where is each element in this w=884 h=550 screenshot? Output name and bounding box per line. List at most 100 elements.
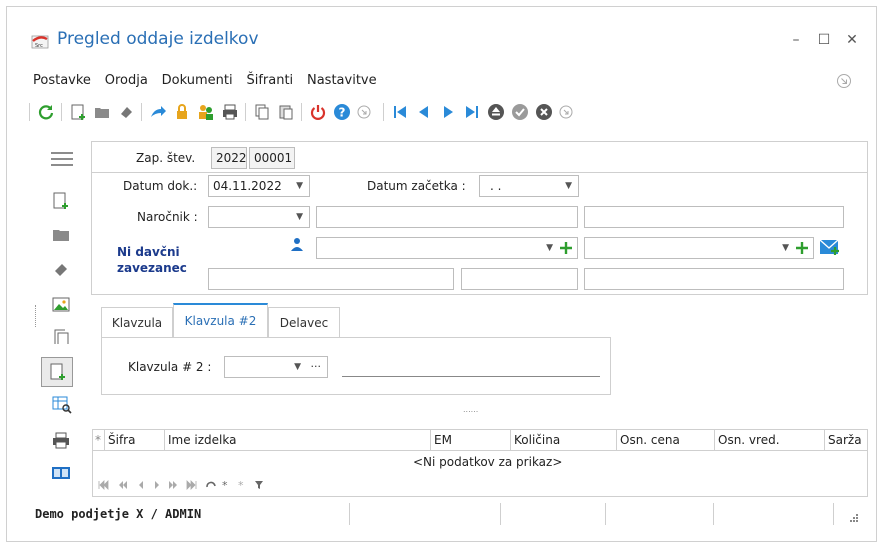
postal-field[interactable] (461, 268, 578, 290)
add-icon[interactable] (795, 241, 809, 255)
grid-header-divider (93, 450, 867, 451)
narocnik-code-field[interactable]: ▼ (208, 206, 310, 228)
tab-klavzula-2[interactable]: Klavzula #2 (173, 303, 268, 337)
klavzula-2-text-line[interactable] (342, 376, 600, 377)
menu-postavke[interactable]: Postavke (33, 73, 91, 88)
eraser-icon[interactable] (51, 259, 71, 279)
last-record-icon[interactable] (463, 103, 481, 121)
eject-icon[interactable] (487, 103, 505, 121)
app-logo-icon: Src (31, 35, 49, 49)
number-value: 00001 (254, 151, 293, 165)
city-field[interactable] (584, 268, 844, 290)
columns-icon[interactable] (51, 465, 71, 481)
sidebar-active-button[interactable] (41, 357, 73, 387)
folder-icon[interactable] (51, 225, 71, 245)
close-button[interactable]: ✕ (841, 29, 863, 51)
column-osn-vred[interactable]: Osn. vred. (715, 430, 825, 450)
table-search-icon[interactable] (51, 395, 73, 415)
toolbar-separator (141, 103, 142, 121)
refresh-icon[interactable] (37, 103, 55, 121)
maximize-button[interactable]: ☐ (813, 29, 835, 51)
year-field[interactable]: 2022 (211, 147, 247, 169)
klavzula-2-label: Klavzula # 2 : (128, 360, 212, 374)
confirm-icon[interactable] (511, 103, 529, 121)
menu-dokumenti[interactable]: Dokumenti (162, 73, 233, 88)
datum-dok-field[interactable]: 04.11.2022 ▼ (208, 175, 310, 197)
expand-small-icon[interactable] (557, 103, 575, 121)
tab-delavec[interactable]: Delavec (268, 307, 340, 337)
paste-icon[interactable] (277, 103, 295, 121)
menu-expand-icon[interactable] (836, 73, 852, 89)
menu-nastavitve[interactable]: Nastavitve (307, 73, 377, 88)
column-sifra[interactable]: Šifra (105, 430, 165, 450)
copy-icon[interactable] (51, 327, 71, 347)
cancel-icon[interactable] (535, 103, 553, 121)
status-separator (500, 503, 501, 525)
previous-record-icon[interactable] (415, 103, 433, 121)
menu-orodja[interactable]: Orodja (105, 73, 148, 88)
print-icon[interactable] (221, 103, 239, 121)
number-field[interactable]: 00001 (249, 147, 295, 169)
datum-zacetka-field[interactable]: . . ▼ (479, 175, 579, 197)
contact-extra-field[interactable]: ▼ (584, 237, 814, 259)
users-icon[interactable] (197, 103, 215, 121)
power-icon[interactable] (309, 103, 327, 121)
datum-dok-label: Datum dok.: (123, 179, 198, 193)
ellipsis-button[interactable]: ··· (311, 357, 322, 377)
resize-grip-icon[interactable] (847, 513, 859, 525)
column-osn-cena[interactable]: Osn. cena (617, 430, 715, 450)
tab-klavzula[interactable]: Klavzula (101, 307, 173, 337)
add-icon[interactable] (559, 241, 573, 255)
narocnik-label: Naročnik : (137, 210, 198, 224)
toolbar-separator (245, 103, 246, 121)
open-folder-icon[interactable] (93, 103, 111, 121)
eraser-icon[interactable] (117, 103, 135, 121)
menu-bar: Postavke Orodja Dokumenti Šifranti Nasta… (33, 73, 387, 93)
new-document-icon[interactable] (69, 103, 87, 121)
column-kolicina[interactable]: Količina (511, 430, 617, 450)
status-separator (349, 503, 350, 525)
image-icon[interactable] (51, 295, 71, 315)
forward-arrow-icon[interactable] (149, 103, 167, 121)
new-document-icon (50, 363, 65, 380)
header-panel: Zap. štev. 2022 00001 (91, 141, 868, 173)
narocnik-extra-field[interactable] (584, 206, 844, 228)
title-bar: Src Pregled oddaje izdelkov – ☐ ✕ (7, 7, 876, 55)
sidebar-splitter[interactable] (35, 305, 37, 327)
expand-small-icon[interactable] (355, 103, 373, 121)
chevron-down-icon[interactable]: ▼ (296, 176, 303, 196)
next-record-icon[interactable] (439, 103, 457, 121)
hamburger-menu-icon[interactable] (49, 151, 75, 167)
address-field[interactable] (208, 268, 454, 290)
minimize-button[interactable]: – (785, 29, 807, 51)
chevron-down-icon[interactable]: ▼ (296, 207, 303, 227)
chevron-down-icon[interactable]: ▼ (782, 238, 789, 258)
main-window: Src Pregled oddaje izdelkov – ☐ ✕ Postav… (6, 6, 877, 542)
menu-sifranti[interactable]: Šifranti (246, 73, 293, 88)
chevron-down-icon[interactable]: ▼ (565, 176, 572, 196)
add-contact-card-icon[interactable] (819, 237, 841, 257)
column-em[interactable]: EM (431, 430, 511, 450)
svg-text:Src: Src (35, 43, 43, 49)
status-separator (833, 503, 834, 525)
klavzula-2-select[interactable]: ▼ ··· (224, 356, 328, 378)
new-document-icon[interactable] (51, 191, 71, 211)
narocnik-name-field[interactable] (316, 206, 578, 228)
copy-icon[interactable] (253, 103, 271, 121)
contact-field[interactable]: ▼ (316, 237, 578, 259)
grid-star-column[interactable]: * (93, 430, 105, 450)
print-icon[interactable] (51, 431, 71, 451)
splitter-handle[interactable]: ...... (463, 405, 478, 414)
tab-delavec-label: Delavec (279, 316, 329, 330)
lock-icon[interactable] (173, 103, 191, 121)
status-separator (713, 503, 714, 525)
chevron-down-icon[interactable]: ▼ (546, 238, 553, 258)
help-icon[interactable]: ? (333, 103, 351, 121)
first-record-icon[interactable] (391, 103, 409, 121)
column-sarza[interactable]: Sarža (825, 430, 867, 450)
chevron-down-icon[interactable]: ▼ (294, 357, 301, 377)
status-company: Demo podjetje X / ADMIN (35, 507, 202, 521)
person-icon[interactable] (290, 237, 304, 251)
column-ime-izdelka[interactable]: Ime izdelka (165, 430, 431, 450)
toolbar-separator (61, 103, 62, 121)
